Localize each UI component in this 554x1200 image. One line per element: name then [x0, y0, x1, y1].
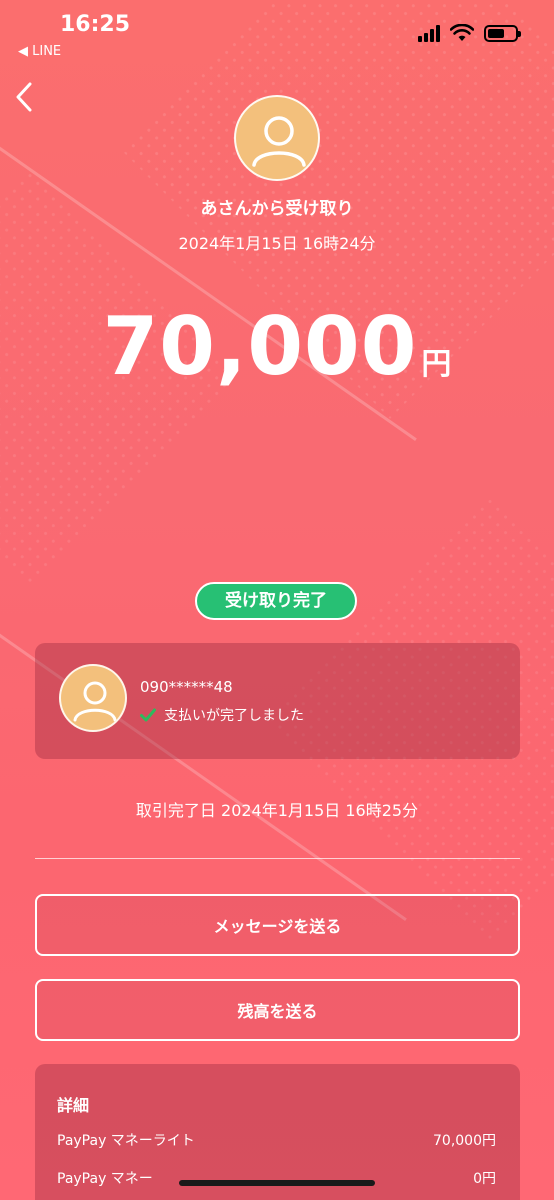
detail-label: PayPay マネー: [57, 1171, 153, 1187]
payment-status-text: 支払いが完了しました: [164, 708, 304, 724]
user-icon: [73, 681, 117, 722]
back-to-app-link[interactable]: ◀ LINE: [18, 44, 61, 59]
home-indicator[interactable]: [179, 1180, 375, 1186]
sender-phone: 090******48: [140, 678, 233, 696]
detail-label: PayPay マネーライト: [57, 1133, 195, 1149]
wifi-icon: [450, 24, 474, 41]
amount-value: 70,000: [102, 300, 418, 393]
received-from-text: あさんから受け取り: [200, 199, 354, 219]
amount-display: 70,000 円: [0, 300, 554, 393]
send-balance-button[interactable]: 残高を送る: [35, 979, 520, 1041]
transaction-date: 2024年1月15日 16時24分: [178, 234, 376, 253]
details-title: 詳細: [57, 1096, 90, 1115]
user-icon: [252, 116, 306, 167]
send-message-button[interactable]: メッセージを送る: [35, 894, 520, 956]
sender-avatar: [234, 95, 320, 181]
detail-value: 70,000円: [433, 1133, 496, 1149]
amount-unit: 円: [421, 347, 452, 382]
sender-card: 090******48 支払いが完了しました: [35, 643, 520, 759]
status-time: 16:25: [60, 12, 131, 37]
battery-icon: [484, 24, 521, 42]
back-chevron-icon[interactable]: [10, 80, 38, 114]
detail-row: PayPay マネーライト 70,000円: [57, 1130, 496, 1150]
payment-status-row: 支払いが完了しました: [140, 705, 304, 725]
sender-card-avatar: [59, 664, 127, 732]
divider: [35, 858, 520, 859]
check-icon: [140, 708, 156, 722]
completion-date: 取引完了日 2024年1月15日 16時25分: [135, 801, 419, 820]
cellular-signal-icon: [418, 24, 440, 42]
background-streak: [0, 140, 417, 441]
status-icons: [418, 24, 521, 42]
detail-value: 0円: [473, 1171, 496, 1187]
status-badge: 受け取り完了: [195, 582, 357, 620]
